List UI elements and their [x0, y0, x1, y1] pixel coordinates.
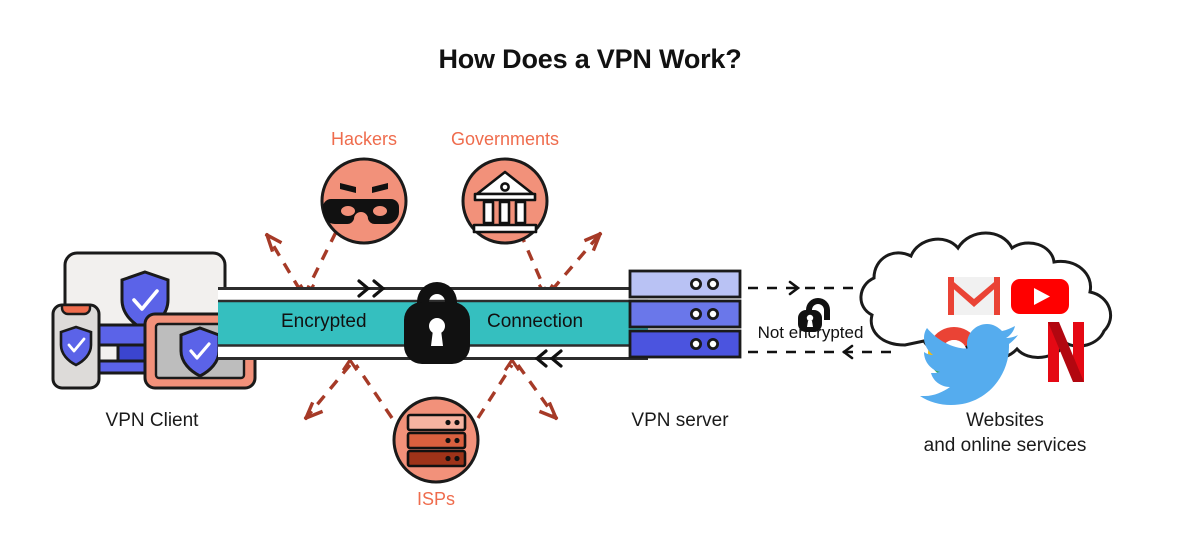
diagram-illustration [51, 157, 1113, 484]
destination-label-line2: and online services [923, 435, 1087, 456]
threat-icon-hackers [320, 157, 408, 245]
client-device-phone [51, 303, 101, 390]
vpn-server-icon [628, 269, 742, 359]
tunnel-label-encrypted: Encrypted [281, 311, 367, 332]
threat-icon-isps [392, 396, 480, 484]
vpn-client-label: VPN Client [105, 410, 199, 431]
destination-label-line1: Websites [966, 410, 1044, 431]
infographic-canvas: How Does a VPN Work? Hackers Governments… [0, 0, 1180, 539]
vpn-server-label: VPN server [631, 410, 729, 431]
threat-icon-governments [461, 157, 549, 245]
twitter-logo [920, 324, 1018, 405]
not-encrypted-label: Not encrypted [757, 323, 864, 342]
threat-label-isps: ISPs [416, 489, 455, 509]
threat-label-governments: Governments [450, 129, 560, 149]
threat-label-hackers: Hackers [330, 129, 397, 149]
server-stack-icon [406, 413, 467, 468]
gmail-logo [948, 277, 1000, 315]
tunnel-label-connection: Connection [487, 311, 584, 332]
youtube-logo [1011, 279, 1069, 314]
